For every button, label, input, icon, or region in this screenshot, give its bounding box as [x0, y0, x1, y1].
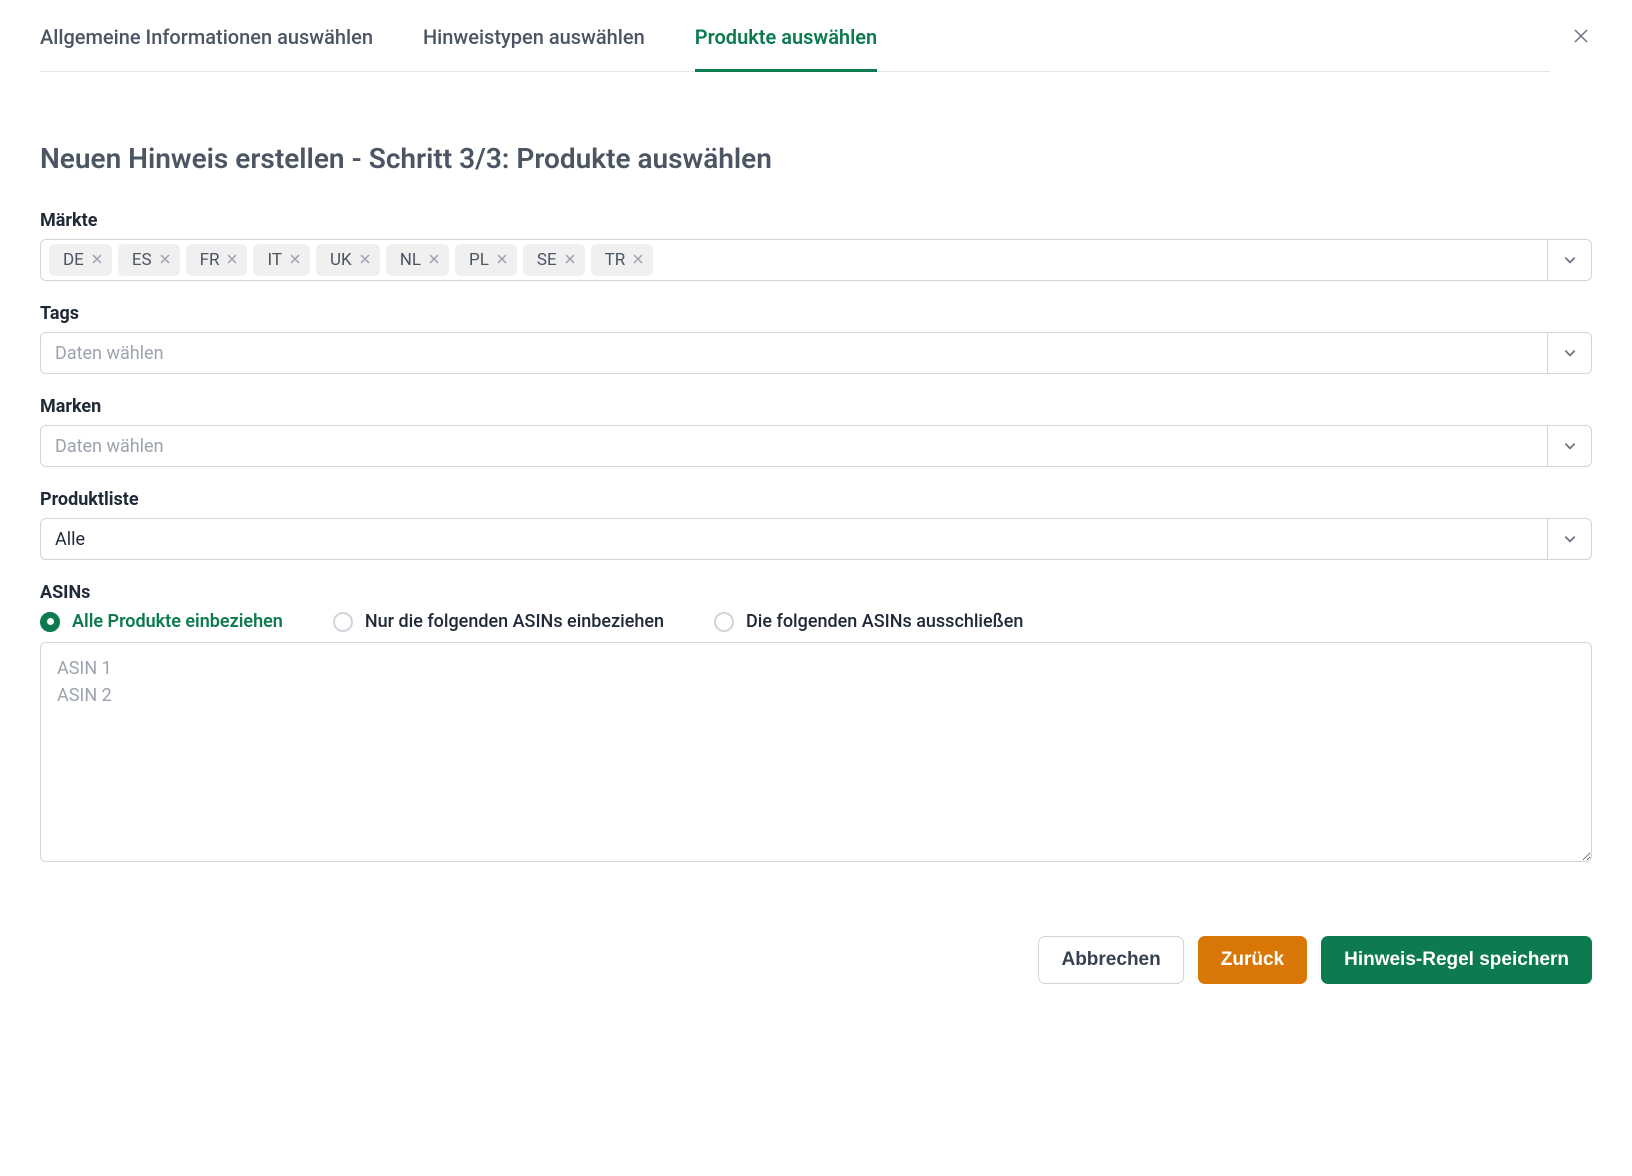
tab-alert-types[interactable]: Hinweistypen auswählen	[423, 25, 645, 72]
remove-icon[interactable]	[227, 253, 237, 267]
radio-exclude[interactable]: Die folgenden ASINs ausschließen	[714, 611, 1023, 632]
market-chip: IT	[253, 244, 310, 276]
remove-icon[interactable]	[290, 253, 300, 267]
page-title: Neuen Hinweis erstellen - Schritt 3/3: P…	[40, 142, 1592, 175]
market-chip: UK	[316, 244, 380, 276]
market-chip: NL	[386, 244, 449, 276]
radio-label: Alle Produkte einbeziehen	[72, 611, 283, 632]
remove-icon[interactable]	[360, 253, 370, 267]
market-chip: PL	[455, 244, 517, 276]
market-chip-label: IT	[267, 250, 282, 270]
market-chip: SE	[523, 244, 585, 276]
field-tags: Tags Daten wählen	[40, 303, 1592, 374]
brands-label: Marken	[40, 396, 1592, 417]
close-icon[interactable]	[1570, 25, 1592, 51]
product-list-label: Produktliste	[40, 489, 1592, 510]
market-chip: DE	[49, 244, 112, 276]
field-asins: ASINs Alle Produkte einbeziehen Nur die …	[40, 582, 1592, 866]
radio-icon	[40, 612, 60, 632]
radio-label: Die folgenden ASINs ausschließen	[746, 611, 1023, 632]
product-list-value: Alle	[55, 529, 85, 550]
market-chip: ES	[118, 244, 180, 276]
remove-icon[interactable]	[160, 253, 170, 267]
footer-actions: Abbrechen Zurück Hinweis-Regel speichern	[40, 936, 1592, 984]
remove-icon[interactable]	[92, 253, 102, 267]
remove-icon[interactable]	[565, 253, 575, 267]
market-chip-label: SE	[537, 250, 557, 270]
tab-select-products[interactable]: Produkte auswählen	[695, 25, 878, 72]
brands-select[interactable]: Daten wählen	[40, 425, 1592, 467]
chevron-down-icon[interactable]	[1547, 426, 1591, 466]
remove-icon[interactable]	[497, 253, 507, 267]
market-chip-label: UK	[330, 250, 352, 270]
remove-icon[interactable]	[633, 253, 643, 267]
radio-include-only[interactable]: Nur die folgenden ASINs einbeziehen	[333, 611, 664, 632]
asins-radio-group: Alle Produkte einbeziehen Nur die folgen…	[40, 611, 1592, 632]
brands-placeholder: Daten wählen	[55, 436, 164, 457]
chevron-down-icon[interactable]	[1547, 240, 1591, 280]
tags-select[interactable]: Daten wählen	[40, 332, 1592, 374]
field-brands: Marken Daten wählen	[40, 396, 1592, 467]
tab-general-info[interactable]: Allgemeine Informationen auswählen	[40, 25, 373, 72]
radio-include-all[interactable]: Alle Produkte einbeziehen	[40, 611, 283, 632]
radio-icon	[333, 612, 353, 632]
tags-label: Tags	[40, 303, 1592, 324]
back-button[interactable]: Zurück	[1198, 936, 1307, 984]
market-chip-label: NL	[400, 250, 421, 270]
market-chip-label: DE	[63, 250, 84, 270]
chevron-down-icon[interactable]	[1547, 519, 1591, 559]
market-chip-label: FR	[200, 250, 220, 270]
save-button[interactable]: Hinweis-Regel speichern	[1321, 936, 1592, 984]
market-chip: TR	[591, 244, 654, 276]
product-list-select[interactable]: Alle	[40, 518, 1592, 560]
market-chip-label: TR	[605, 250, 626, 270]
asins-textarea[interactable]	[40, 642, 1592, 862]
market-chip-label: PL	[469, 250, 489, 270]
tags-placeholder: Daten wählen	[55, 343, 164, 364]
field-product-list: Produktliste Alle	[40, 489, 1592, 560]
wizard-tabs: Allgemeine Informationen auswählen Hinwe…	[40, 25, 1550, 72]
radio-icon	[714, 612, 734, 632]
cancel-button[interactable]: Abbrechen	[1038, 936, 1183, 984]
markets-label: Märkte	[40, 210, 1592, 231]
markets-multiselect[interactable]: DE ES FR IT UK NL PL SE TR	[40, 239, 1592, 281]
chevron-down-icon[interactable]	[1547, 333, 1591, 373]
radio-label: Nur die folgenden ASINs einbeziehen	[365, 611, 664, 632]
remove-icon[interactable]	[429, 253, 439, 267]
market-chip: FR	[186, 244, 248, 276]
asins-label: ASINs	[40, 582, 1592, 603]
field-markets: Märkte DE ES FR IT UK NL PL SE TR	[40, 210, 1592, 281]
market-chip-label: ES	[132, 250, 152, 270]
